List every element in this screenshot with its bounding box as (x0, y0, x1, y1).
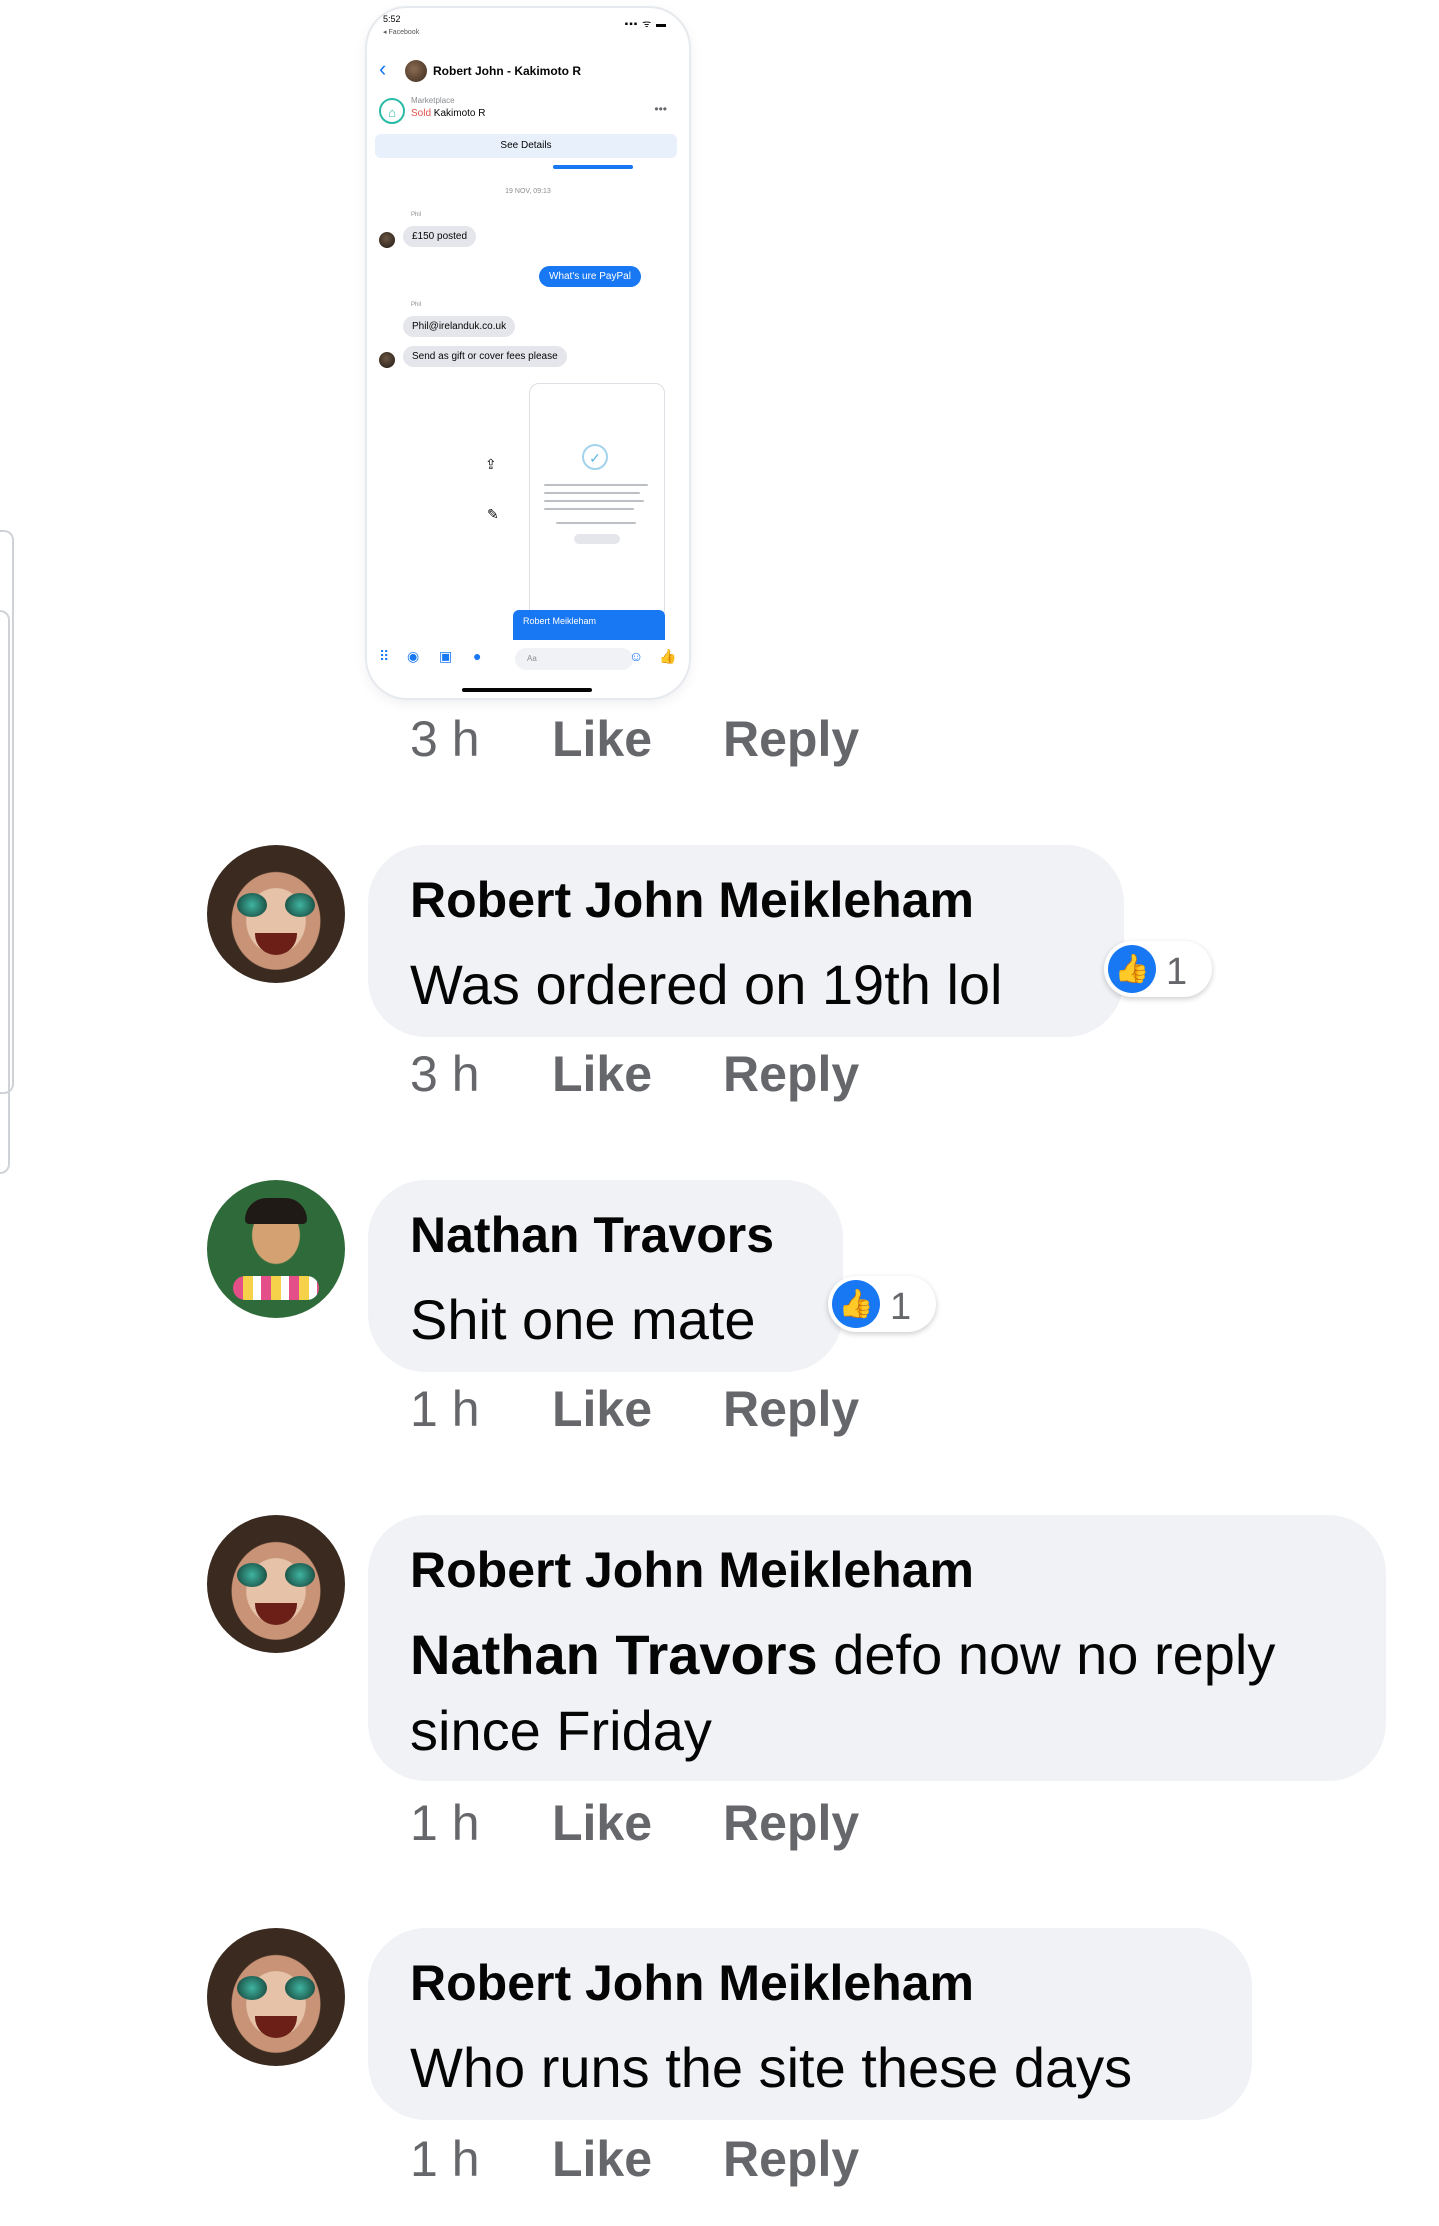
msg-paypal: What's ure PayPal (539, 266, 641, 287)
sender-avatar-2 (379, 352, 395, 368)
sender-label-2: Phil (411, 302, 422, 308)
like-button[interactable]: Like (552, 1794, 652, 1852)
receipt-line (544, 484, 648, 486)
comment-time[interactable]: 1 h (410, 1380, 480, 1438)
sold-line: Sold Kakimoto R (411, 108, 485, 119)
mic-icon: ● (473, 648, 482, 664)
marketplace-label: Marketplace (411, 96, 455, 105)
like-thumb-icon: 👍 (659, 648, 677, 664)
comment-text: Nathan Travors defo now no reply since Fr… (410, 1617, 1275, 1769)
avatar[interactable] (207, 845, 345, 983)
comment-author[interactable]: Robert John Meikleham (410, 1541, 974, 1599)
camera-icon: ◉ (407, 648, 420, 664)
avatar[interactable] (207, 1515, 345, 1653)
reply-button[interactable]: Reply (723, 2130, 859, 2188)
reaction-badge[interactable]: 👍 1 (828, 1276, 936, 1332)
sold-prefix: Sold (411, 108, 432, 119)
avatar[interactable] (207, 1180, 345, 1318)
comment-time[interactable]: 1 h (410, 2130, 480, 2188)
reply-button[interactable]: Reply (723, 1045, 859, 1103)
msg-gift: Send as gift or cover fees please (403, 346, 567, 367)
msg-posted: £150 posted (403, 226, 477, 247)
back-chevron-icon: ‹ (379, 56, 387, 81)
comment-text: Was ordered on 19th lol (410, 953, 1003, 1016)
apps-icon: ⠿ (379, 648, 390, 664)
sender-label: Phil (411, 212, 422, 218)
comment-text-line2: since Friday (410, 1699, 712, 1762)
checkmark-icon: ✓ (582, 444, 608, 470)
sent-bubble-edge (553, 165, 633, 169)
chat-toolbar: ⠿ ◉ ▣ ● Aa ☺ 👍 (367, 640, 689, 676)
comment-author[interactable]: Robert John Meikleham (410, 1954, 974, 2012)
reaction-count: 1 (890, 1286, 912, 1328)
status-back: ◂ Facebook (383, 29, 420, 36)
photo-icon: ▣ (439, 648, 453, 664)
comment-time[interactable]: 1 h (410, 1794, 480, 1852)
comment-bubble[interactable]: Robert John Meikleham Nathan Travors def… (368, 1515, 1386, 1781)
paypal-receipt-card: ✓ (529, 383, 665, 619)
edge-artifact-bottom (0, 610, 10, 1174)
comment-text-line1: defo now no reply (817, 1623, 1276, 1686)
reply-button[interactable]: Reply (723, 1794, 859, 1852)
receipt-button (574, 534, 620, 544)
receipt-line (556, 522, 636, 524)
sunglasses (237, 1976, 315, 2000)
like-button[interactable]: Like (552, 1380, 652, 1438)
comment-text: Shit one mate (410, 1288, 756, 1351)
comment-author[interactable]: Nathan Travors (410, 1206, 774, 1264)
chat-header: ‹ Robert John - Kakimoto R (367, 50, 689, 90)
comment-bubble[interactable]: Nathan Travors Shit one mate (368, 1180, 843, 1372)
chat-timestamp: 19 NOV, 09:13 (505, 188, 551, 195)
status-signal-icons: ▪▪▪ ᯤ ▬ (624, 19, 667, 30)
sold-item: Kakimoto R (433, 108, 486, 119)
home-indicator (462, 688, 592, 692)
receipt-line (544, 508, 634, 510)
mention-link[interactable]: Nathan Travors (410, 1623, 818, 1686)
comment-text: Who runs the site these days (410, 2036, 1133, 2099)
receipt-line (544, 492, 640, 494)
status-time: 5:52 (383, 14, 401, 24)
reply-button[interactable]: Reply (723, 710, 859, 768)
receipt-line (544, 500, 644, 502)
comment-bubble[interactable]: Robert John Meikleham Who runs the site … (368, 1928, 1252, 2120)
sender-avatar (379, 232, 395, 248)
comment-bubble[interactable]: Robert John Meikleham Was ordered on 19t… (368, 845, 1124, 1037)
share-icon: ⇪ (485, 456, 497, 472)
like-button[interactable]: Like (552, 710, 652, 768)
like-thumb-icon: 👍 (1108, 945, 1156, 993)
like-thumb-icon: 👍 (832, 1280, 880, 1328)
reaction-count: 1 (1166, 951, 1188, 993)
reaction-badge[interactable]: 👍 1 (1104, 941, 1212, 997)
chat-title: Robert John - Kakimoto R (433, 64, 582, 78)
see-details-button: See Details (375, 134, 677, 158)
marketplace-icon: ⌂ (379, 98, 405, 124)
comment-time[interactable]: 3 h (410, 1045, 480, 1103)
attached-screenshot[interactable]: 5:52 ◂ Facebook ▪▪▪ ᯤ ▬ ‹ Robert John - … (367, 8, 689, 698)
comment-author[interactable]: Robert John Meikleham (410, 871, 974, 929)
like-button[interactable]: Like (552, 2130, 652, 2188)
message-input: Aa (515, 648, 633, 670)
comment-time[interactable]: 3 h (410, 710, 480, 768)
avatar[interactable] (207, 1928, 345, 2066)
reply-button[interactable]: Reply (723, 1380, 859, 1438)
edit-icon: ✎ (487, 506, 499, 522)
marketplace-banner: ⌂ Marketplace Sold Kakimoto R ••• (375, 96, 679, 136)
chat-avatar (405, 60, 427, 82)
sunglasses (237, 1563, 315, 1587)
more-icon: ••• (654, 102, 667, 116)
msg-email: Phil@irelanduk.co.uk (403, 316, 516, 337)
sunglasses (237, 893, 315, 917)
emoji-icon: ☺ (629, 648, 644, 664)
like-button[interactable]: Like (552, 1045, 652, 1103)
